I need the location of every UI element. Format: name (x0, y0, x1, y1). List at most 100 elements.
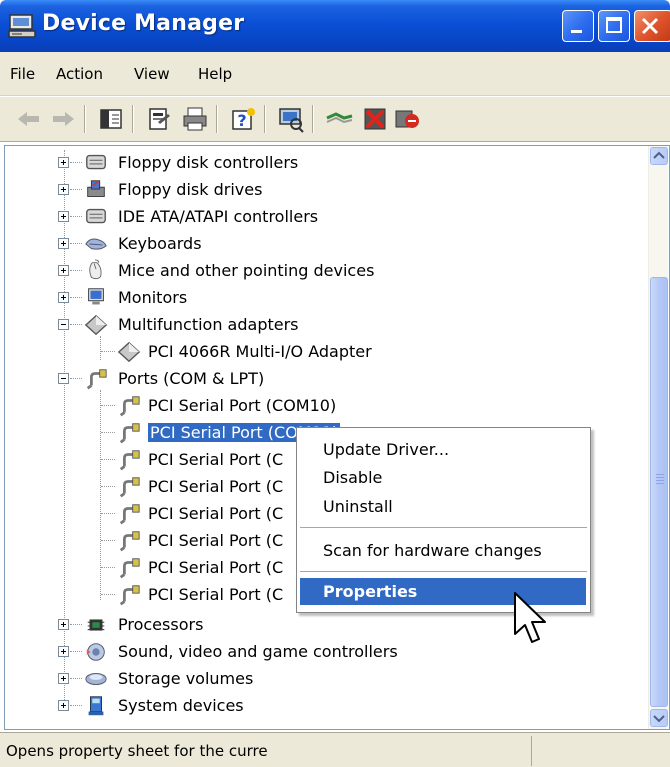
scroll-up-button[interactable] (650, 147, 668, 165)
tree-connector (70, 324, 82, 325)
tree-item-monitors[interactable]: Monitors (0, 285, 640, 312)
tree-item-label: Storage volumes (118, 669, 254, 688)
tree-item-label: PCI Serial Port (C (148, 531, 284, 550)
toolbar-separator (132, 105, 134, 133)
vertical-scrollbar[interactable] (648, 146, 668, 729)
tree-item-label: Mice and other pointing devices (118, 261, 375, 280)
menu-item-properties-label: Properties (323, 582, 418, 601)
menu-help[interactable]: Help (198, 65, 232, 83)
scroll-down-button[interactable] (650, 709, 668, 727)
tree-item-label: PCI Serial Port (C (148, 504, 284, 523)
tree-item-label: PCI 4066R Multi-I/O Adapter (148, 342, 372, 361)
scroll-grip (656, 480, 664, 481)
port-device-icon (119, 450, 140, 471)
tree-item-label: PCI Serial Port (C (148, 585, 284, 604)
properties-icon[interactable] (144, 104, 174, 134)
tree-connector (70, 705, 82, 706)
print-icon[interactable] (180, 104, 210, 134)
floppy-device-icon (87, 180, 105, 197)
chevron-down-icon (653, 715, 665, 723)
close-button[interactable] (634, 10, 670, 42)
tree-connector (101, 351, 115, 352)
port-device-icon (119, 558, 140, 579)
menu-item-update-driver[interactable]: Update Driver... (323, 440, 449, 459)
tree-item-pci-4066r-adapter[interactable]: PCI 4066R Multi-I/O Adapter (0, 339, 640, 366)
uninstall-icon[interactable] (360, 104, 390, 134)
tree-connector (101, 513, 115, 514)
expand-toggle[interactable] (58, 673, 69, 684)
chevron-up-icon (653, 151, 665, 159)
tree-connector (101, 486, 115, 487)
menu-bar: File Action View Help (0, 52, 670, 96)
mouse-device-icon (89, 259, 102, 280)
forward-arrow-icon[interactable] (48, 104, 78, 134)
tree-item-label: System devices (118, 696, 244, 715)
tree-connector (70, 378, 82, 379)
minimize-button[interactable] (562, 10, 594, 42)
help-icon[interactable]: ? (228, 104, 258, 134)
expand-toggle[interactable] (58, 646, 69, 657)
tree-connector (101, 405, 115, 406)
title-bar[interactable]: Device Manager (0, 0, 670, 52)
status-pane: Opens property sheet for the curre (2, 736, 532, 766)
expand-toggle[interactable] (58, 184, 69, 195)
menu-action[interactable]: Action (56, 65, 103, 83)
menu-item-scan-hardware[interactable]: Scan for hardware changes (323, 541, 542, 560)
port-device-icon (119, 396, 140, 417)
expand-toggle[interactable] (58, 157, 69, 168)
tree-connector (70, 651, 82, 652)
expand-toggle[interactable] (58, 619, 69, 630)
tree-connector (101, 567, 115, 568)
port-device-icon (119, 504, 140, 525)
tree-item-ide-ata-atapi-controllers[interactable]: IDE ATA/ATAPI controllers (0, 204, 640, 231)
tree-item-ports[interactable]: Ports (COM & LPT) (0, 366, 640, 393)
collapse-toggle[interactable] (58, 319, 69, 330)
toolbar: ? (0, 96, 670, 142)
sound-device-icon (86, 643, 105, 661)
tree-item-floppy-disk-drives[interactable]: Floppy disk drives (0, 177, 640, 204)
tree-item-system-devices[interactable]: System devices (0, 693, 640, 720)
expand-toggle[interactable] (58, 211, 69, 222)
tree-item-floppy-disk-controllers[interactable]: Floppy disk controllers (0, 150, 640, 177)
menu-view[interactable]: View (134, 65, 170, 83)
scroll-grip (656, 474, 664, 475)
toolbar-separator (216, 105, 218, 133)
ide-device-icon (86, 208, 106, 224)
scan-hardware-icon[interactable] (276, 104, 306, 134)
scroll-grip (656, 477, 664, 478)
toolbar-separator (264, 105, 266, 133)
tree-item-mice[interactable]: Mice and other pointing devices (0, 258, 640, 285)
maximize-button[interactable] (598, 10, 630, 42)
tree-item-serial-port[interactable]: PCI Serial Port (COM10) (0, 393, 640, 420)
maximize-icon (606, 17, 622, 33)
scroll-thumb[interactable] (650, 277, 668, 707)
minimize-icon (571, 30, 582, 33)
disable-icon[interactable] (392, 104, 422, 134)
expand-toggle[interactable] (58, 238, 69, 249)
tree-connector (70, 162, 82, 163)
tree-item-keyboards[interactable]: Keyboards (0, 231, 640, 258)
menu-file[interactable]: File (10, 65, 35, 83)
svg-text:?: ? (237, 111, 246, 130)
expand-toggle[interactable] (58, 292, 69, 303)
tree-connector (101, 459, 115, 460)
update-driver-icon[interactable] (324, 104, 354, 134)
tree-item-label: PCI Serial Port (C (148, 450, 284, 469)
collapse-toggle[interactable] (58, 373, 69, 384)
menu-item-uninstall[interactable]: Uninstall (323, 497, 393, 516)
expand-toggle[interactable] (58, 265, 69, 276)
tree-connector (70, 678, 82, 679)
show-hide-console-tree-icon[interactable] (96, 104, 126, 134)
tree-item-label: Ports (COM & LPT) (118, 369, 265, 388)
multi-device-icon (84, 314, 108, 336)
tree-item-label: Monitors (118, 288, 188, 307)
expand-toggle[interactable] (58, 700, 69, 711)
back-arrow-icon[interactable] (14, 104, 44, 134)
port-device-icon (86, 369, 107, 390)
toolbar-separator (84, 105, 86, 133)
tree-item-storage-volumes[interactable]: Storage volumes (0, 666, 640, 693)
tree-item-multifunction-adapters[interactable]: Multifunction adapters (0, 312, 640, 339)
menu-item-disable[interactable]: Disable (323, 468, 382, 487)
tree-item-label: Processors (118, 615, 204, 634)
window-title: Device Manager (42, 11, 245, 36)
